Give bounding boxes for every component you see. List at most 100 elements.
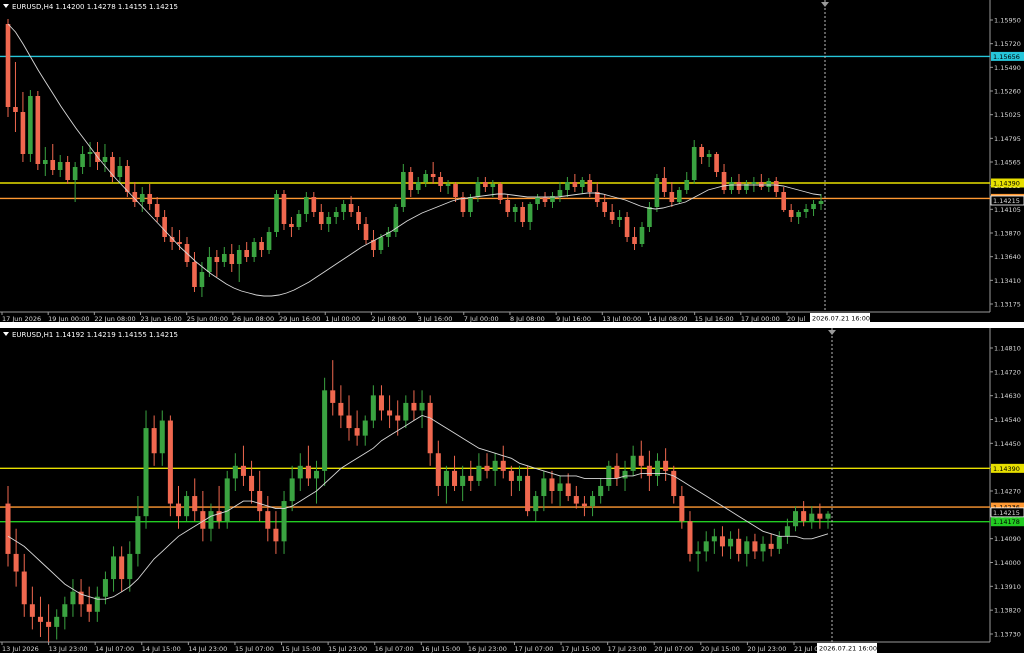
triangle-down-icon[interactable]: [3, 4, 9, 8]
candle-body: [354, 428, 360, 436]
candle-body: [5, 503, 11, 554]
candle-body: [221, 254, 227, 262]
cursor-time-label: 2026.07.21 16:00: [812, 315, 870, 323]
candle-body: [714, 154, 719, 172]
candle-body: [348, 204, 354, 212]
price-tick-label: 1.14810: [994, 345, 1021, 353]
candle-body: [684, 180, 690, 190]
price-tick-label: 1.15260: [994, 88, 1021, 96]
h4-chart-svg[interactable]: 1.15950 1.15720 1.15490 1.15260 1.15025 1.147…: [0, 0, 1024, 322]
candle-body: [80, 154, 85, 167]
candle-body: [127, 553, 133, 580]
price-tick-label: 1.15950: [994, 17, 1021, 25]
time-tick-label: 2 Jul 08:00: [371, 315, 406, 322]
candle-body: [541, 478, 547, 497]
candle-body: [492, 460, 498, 471]
candle-body: [224, 478, 230, 522]
candle-body: [192, 262, 197, 287]
candle-body: [533, 496, 539, 512]
candle-body: [803, 209, 809, 212]
h1-chart-pane[interactable]: 1.14810 1.14720 1.14630 1.14540 1.14450 1.143…: [0, 328, 1024, 653]
price-tick-label: 1.14450: [994, 440, 1021, 448]
time-tick-label: 15 Jul 07:00: [235, 645, 274, 653]
candle-body: [671, 470, 677, 497]
candle-body: [403, 402, 409, 421]
time-tick-label: 29 Jun 16:00: [279, 315, 320, 322]
time-scale[interactable]: 17 Jun 2026 19 Jun 00:00 22 Jun 08:00 23 Ju…: [1, 312, 805, 322]
candle-body: [445, 184, 451, 186]
candle-body: [497, 184, 503, 200]
time-tick-label: 16 Jul 07:00: [375, 645, 414, 653]
candle-body: [773, 181, 779, 192]
candle-body: [699, 147, 704, 157]
candle-body: [430, 174, 436, 177]
candle-body: [483, 182, 488, 187]
candle-body: [475, 182, 481, 197]
candle-body: [318, 212, 324, 224]
candle-body: [57, 162, 63, 170]
candle-body: [460, 197, 466, 212]
candle-body: [408, 172, 414, 190]
candle-body: [21, 571, 27, 605]
candle-body: [125, 166, 130, 192]
current-price-label: 1.14215: [993, 197, 1020, 205]
candle-body: [580, 180, 585, 187]
candle-body: [13, 553, 19, 572]
triangle-down-icon[interactable]: [3, 332, 9, 336]
price-scale[interactable]: 1.14810 1.14720 1.14630 1.14540 1.14450 1.143…: [990, 345, 1021, 639]
candle-body: [565, 182, 570, 190]
candle-body: [759, 182, 764, 187]
time-tick-label: 14 Jul 07:00: [95, 645, 134, 653]
candle-body: [662, 178, 667, 192]
candle-body: [411, 402, 417, 411]
candle-body: [35, 96, 41, 164]
price-tick-label: 1.13175: [994, 301, 1021, 309]
candle-body: [50, 160, 56, 170]
h4-chart-pane[interactable]: 1.15950 1.15720 1.15490 1.15260 1.15025 1.147…: [0, 0, 1024, 322]
candle-body: [265, 511, 271, 529]
candle-body: [542, 197, 548, 202]
candle-body: [159, 420, 165, 454]
candle-body: [663, 460, 669, 471]
candle-body: [214, 257, 220, 262]
candle-body: [811, 204, 816, 209]
time-tick-label: 16 Jul 23:00: [468, 645, 507, 653]
price-tick-label: 1.15025: [994, 111, 1021, 119]
time-tick-label: 14 Jul 23:00: [188, 645, 227, 653]
candle-body: [184, 496, 190, 517]
cursor-time-label: 2026.07.21 16:00: [819, 645, 877, 653]
candle-body: [711, 536, 717, 542]
time-tick-label: 9 Jul 16:00: [556, 315, 591, 322]
candle-body: [330, 390, 336, 403]
candle-body: [435, 453, 441, 486]
candle-body: [452, 470, 458, 486]
current-price-label: 1.14215: [993, 509, 1020, 517]
candle-body: [784, 526, 790, 537]
candle-body: [590, 496, 596, 507]
candle-body: [199, 272, 205, 287]
time-tick-label: 15 Jul 16:00: [695, 315, 734, 322]
price-tick-label: 1.14565: [994, 159, 1021, 167]
h1-chart-svg[interactable]: 1.14810 1.14720 1.14630 1.14540 1.14450 1.143…: [0, 328, 1024, 653]
candle-body: [516, 475, 523, 481]
candle-body: [305, 465, 311, 479]
candle-body: [110, 157, 115, 177]
time-tick-label: 20 Jul 23:00: [747, 645, 786, 653]
candle-body: [400, 172, 406, 207]
candle-body: [192, 496, 198, 512]
candle-body: [728, 538, 734, 547]
candle-body: [341, 204, 346, 212]
time-tick-label: 8 Jul 08:00: [510, 315, 545, 322]
candle-body: [102, 579, 108, 597]
time-tick-label: 3 Jul 16:00: [418, 315, 453, 322]
moving-average-line: [7, 23, 822, 297]
candle-body: [624, 217, 630, 237]
candle-body: [111, 556, 117, 580]
time-tick-label: 15 Jul 15:00: [282, 645, 321, 653]
candle-body: [617, 217, 622, 220]
candle-body: [525, 475, 531, 512]
time-scale[interactable]: 13 Jul 2026 13 Jul 23:00 14 Jul 07:00 14 Ju…: [1, 642, 818, 653]
candle-body: [752, 541, 758, 552]
time-tick-label: 17 Jul 00:00: [741, 315, 780, 322]
candle-body: [20, 112, 26, 154]
